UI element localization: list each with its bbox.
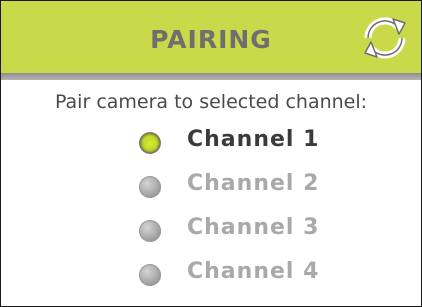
radio-unselected-icon[interactable] [139,176,161,198]
channel-option-2[interactable]: Channel 2 [139,170,369,206]
header-divider [1,73,421,80]
channel-option-4[interactable]: Channel 4 [139,258,369,294]
radio-selected-icon[interactable] [139,132,161,154]
refresh-button[interactable] [358,11,412,65]
channel-label: Channel 4 [187,259,320,284]
channel-option-1[interactable]: Channel 1 [139,126,369,162]
channel-option-3[interactable]: Channel 3 [139,214,369,250]
channel-label: Channel 1 [187,127,320,152]
instruction-text: Pair camera to selected channel: [54,91,368,113]
radio-unselected-icon[interactable] [139,220,161,242]
header-bar: PAIRING [1,1,421,73]
radio-unselected-icon[interactable] [139,264,161,286]
channel-label: Channel 3 [187,215,320,240]
refresh-icon [364,17,406,59]
pairing-screen: PAIRING Pair camera to selected channel:… [0,0,422,307]
channel-label: Channel 2 [187,171,320,196]
